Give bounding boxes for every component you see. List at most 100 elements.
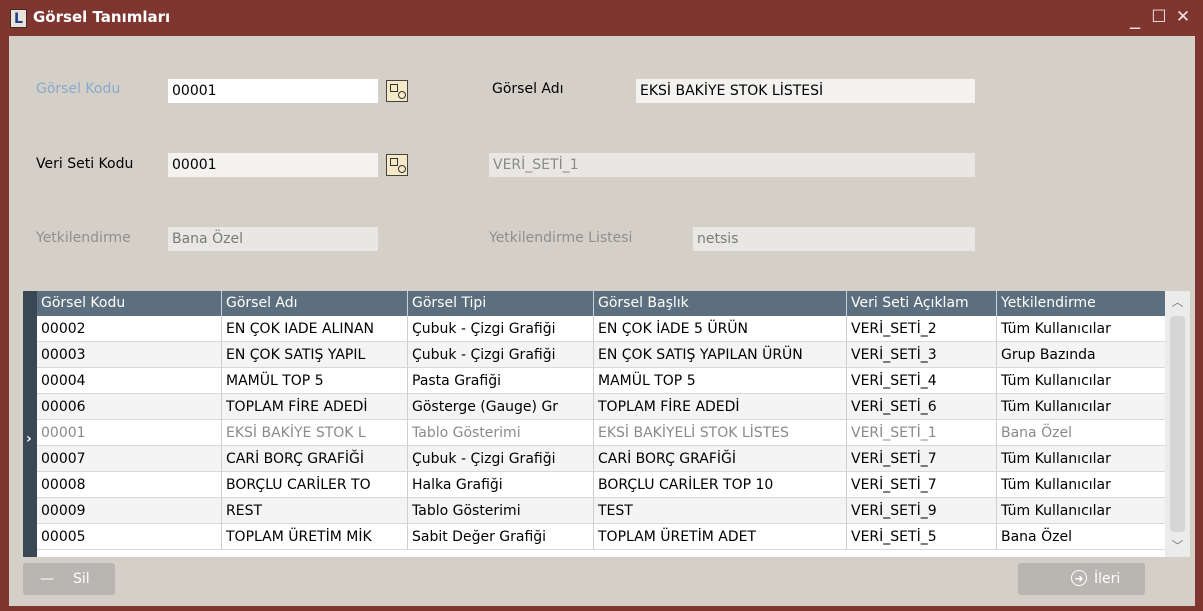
gorsel-kodu-lookup-icon[interactable] [386, 80, 408, 102]
veri-seti-kodu-label: Veri Seti Kodu [36, 156, 134, 172]
cell-gorsel-baslik[interactable]: EKSİ BAKİYELİ STOK LİSTES [594, 420, 847, 446]
app-logo-letter: L [14, 11, 23, 27]
cell-gorsel-baslik[interactable]: TOPLAM ÜRETİM ADET [594, 524, 847, 550]
table-row[interactable]: 00004 MAMÜL TOP 5 Pasta Grafiği MAMÜL TOP 5… [37, 368, 1165, 394]
cell-veri-seti-aciklama[interactable]: VERİ_SETİ_5 [847, 524, 997, 550]
cell-gorsel-kodu[interactable]: 00006 [37, 394, 222, 420]
cell-yetkilendirme[interactable]: Tüm Kullanıcılar [997, 446, 1165, 472]
column-header-gorsel-kodu[interactable]: Görsel Kodu [37, 291, 222, 316]
column-header-gorsel-baslik[interactable]: Görsel Başlık [594, 291, 847, 316]
cell-gorsel-tipi[interactable]: Tablo Gösterimi [408, 420, 594, 446]
maximize-button[interactable]: ☐ [1148, 6, 1170, 28]
column-header-veri-seti-aciklama[interactable]: Veri Seti Açıklam [847, 291, 997, 316]
cell-yetkilendirme[interactable]: Tüm Kullanıcılar [997, 368, 1165, 394]
cell-gorsel-kodu[interactable]: 00005 [37, 524, 222, 550]
close-button[interactable]: ✕ [1172, 6, 1194, 28]
cell-gorsel-adi[interactable]: MAMÜL TOP 5 [222, 368, 408, 394]
table-row[interactable]: 00006 TOPLAM FİRE ADEDİ Gösterge (Gauge) G… [37, 394, 1165, 420]
cell-veri-seti-aciklama[interactable]: VERİ_SETİ_7 [847, 472, 997, 498]
selected-row-indicator-icon: › [26, 431, 32, 447]
cell-yetkilendirme[interactable]: Tüm Kullanıcılar [997, 394, 1165, 420]
cell-veri-seti-aciklama[interactable]: VERİ_SETİ_2 [847, 316, 997, 342]
cell-yetkilendirme[interactable]: Tüm Kullanıcılar [997, 498, 1165, 524]
minimize-button[interactable]: _ [1124, 6, 1146, 28]
table-row[interactable]: 00008 BORÇLU CARİLER TO Halka Grafiği BORÇL… [37, 472, 1165, 498]
column-header-yetkilendirme[interactable]: Yetkilendirme [997, 291, 1165, 316]
gorsel-kodu-label: Görsel Kodu [36, 81, 121, 97]
cell-gorsel-baslik[interactable]: EN ÇOK SATIŞ YAPILAN ÜRÜN [594, 342, 847, 368]
scroll-up-icon[interactable]: ︿ [1165, 291, 1190, 313]
yetkilendirme-field[interactable]: Bana Özel [168, 227, 378, 251]
cell-gorsel-baslik[interactable]: CARİ BORÇ GRAFİĞİ [594, 446, 847, 472]
gorsel-kodu-input[interactable]: 00001 [168, 79, 378, 103]
cell-gorsel-adi[interactable]: EKSİ BAKİYE STOK L [222, 420, 408, 446]
arrow-right-circle-icon: ➜ [1071, 570, 1087, 586]
cell-yetkilendirme[interactable]: Grup Bazında [997, 342, 1165, 368]
table-row[interactable]: 00009 REST Tablo Gösterimi TEST VERİ_SETİ_9 T… [37, 498, 1165, 524]
cell-gorsel-kodu[interactable]: 00004 [37, 368, 222, 394]
cell-gorsel-kodu[interactable]: 00003 [37, 342, 222, 368]
cell-gorsel-tipi[interactable]: Sabit Değer Grafiği [408, 524, 594, 550]
cell-gorsel-baslik[interactable]: EN ÇOK İADE 5 ÜRÜN [594, 316, 847, 342]
cell-gorsel-tipi[interactable]: Pasta Grafiği [408, 368, 594, 394]
cell-gorsel-tipi[interactable]: Çubuk - Çizgi Grafiği [408, 446, 594, 472]
cell-yetkilendirme[interactable]: Bana Özel [997, 524, 1165, 550]
table-row[interactable]: 00005 TOPLAM ÜRETİM MİK Sabit Değer Grafiğ… [37, 524, 1165, 550]
cell-gorsel-adi[interactable]: TOPLAM ÜRETİM MİK [222, 524, 408, 550]
column-header-gorsel-tipi[interactable]: Görsel Tipi [408, 291, 594, 316]
row-indicator-column [23, 291, 37, 557]
cell-gorsel-kodu[interactable]: 00008 [37, 472, 222, 498]
grid-header: Görsel Kodu Görsel Adı Görsel Tipi Görse… [37, 291, 1165, 316]
yetkilendirme-listesi-label: Yetkilendirme Listesi [489, 230, 633, 246]
minus-icon: — [40, 571, 54, 587]
gorsel-adi-input[interactable]: EKSİ BAKİYE STOK LİSTESİ [636, 79, 975, 103]
cell-gorsel-adi[interactable]: REST [222, 498, 408, 524]
cell-veri-seti-aciklama[interactable]: VERİ_SETİ_4 [847, 368, 997, 394]
veri-seti-adi-field: VERİ_SETİ_1 [489, 153, 975, 177]
cell-gorsel-tipi[interactable]: Halka Grafiği [408, 472, 594, 498]
ileri-button[interactable]: ➜ İleri [1018, 563, 1145, 595]
cell-veri-seti-aciklama[interactable]: VERİ_SETİ_3 [847, 342, 997, 368]
cell-veri-seti-aciklama[interactable]: VERİ_SETİ_6 [847, 394, 997, 420]
yetkilendirme-label: Yetkilendirme [36, 230, 131, 246]
veri-seti-kodu-input[interactable]: 00001 [168, 153, 378, 177]
yetkilendirme-listesi-field[interactable]: netsis [693, 227, 975, 251]
cell-gorsel-tipi[interactable]: Çubuk - Çizgi Grafiği [408, 316, 594, 342]
cell-gorsel-tipi[interactable]: Çubuk - Çizgi Grafiği [408, 342, 594, 368]
cell-gorsel-kodu[interactable]: 00002 [37, 316, 222, 342]
cell-gorsel-baslik[interactable]: BORÇLU CARİLER TOP 10 [594, 472, 847, 498]
cell-gorsel-baslik[interactable]: TOPLAM FİRE ADEDİ [594, 394, 847, 420]
veri-seti-kodu-lookup-icon[interactable] [386, 154, 408, 176]
cell-veri-seti-aciklama[interactable]: VERİ_SETİ_9 [847, 498, 997, 524]
cell-gorsel-kodu[interactable]: 00001 [37, 420, 222, 446]
grid-vertical-scrollbar[interactable]: ︿ ﹀ [1165, 291, 1190, 557]
cell-gorsel-adi[interactable]: TOPLAM FİRE ADEDİ [222, 394, 408, 420]
cell-gorsel-baslik[interactable]: TEST [594, 498, 847, 524]
cell-yetkilendirme[interactable]: Bana Özel [997, 420, 1165, 446]
cell-yetkilendirme[interactable]: Tüm Kullanıcılar [997, 316, 1165, 342]
table-row[interactable]: 00001 EKSİ BAKİYE STOK L Tablo Gösterimi EK… [37, 420, 1165, 446]
gorsel-adi-label: Görsel Adı [492, 81, 564, 97]
scrollbar-thumb[interactable] [1170, 316, 1185, 532]
scroll-down-icon[interactable]: ﹀ [1165, 535, 1190, 557]
cell-gorsel-adi[interactable]: CARİ BORÇ GRAFİĞİ [222, 446, 408, 472]
table-row[interactable]: 00003 EN ÇOK SATIŞ YAPIL Çubuk - Çizgi Gra… [37, 342, 1165, 368]
cell-veri-seti-aciklama[interactable]: VERİ_SETİ_7 [847, 446, 997, 472]
ileri-button-label: İleri [1094, 571, 1121, 587]
cell-gorsel-adi[interactable]: EN ÇOK SATIŞ YAPIL [222, 342, 408, 368]
table-row[interactable]: 00007 CARİ BORÇ GRAFİĞİ Çubuk - Çizgi Graf… [37, 446, 1165, 472]
table-row[interactable]: 00002 EN ÇOK IADE ALINAN Çubuk - Çizgi Gra… [37, 316, 1165, 342]
cell-yetkilendirme[interactable]: Tüm Kullanıcılar [997, 472, 1165, 498]
cell-gorsel-baslik[interactable]: MAMÜL TOP 5 [594, 368, 847, 394]
cell-gorsel-tipi[interactable]: Tablo Gösterimi [408, 498, 594, 524]
cell-veri-seti-aciklama[interactable]: VERİ_SETİ_1 [847, 420, 997, 446]
sil-button-label: Sil [73, 571, 90, 587]
sil-button[interactable]: — Sil [23, 563, 115, 595]
cell-gorsel-kodu[interactable]: 00009 [37, 498, 222, 524]
cell-gorsel-kodu[interactable]: 00007 [37, 446, 222, 472]
cell-gorsel-adi[interactable]: EN ÇOK IADE ALINAN [222, 316, 408, 342]
column-header-gorsel-adi[interactable]: Görsel Adı [222, 291, 408, 316]
cell-gorsel-tipi[interactable]: Gösterge (Gauge) Gr [408, 394, 594, 420]
title-bar[interactable]: L Görsel Tanımları _ ☐ ✕ [0, 0, 1203, 36]
cell-gorsel-adi[interactable]: BORÇLU CARİLER TO [222, 472, 408, 498]
